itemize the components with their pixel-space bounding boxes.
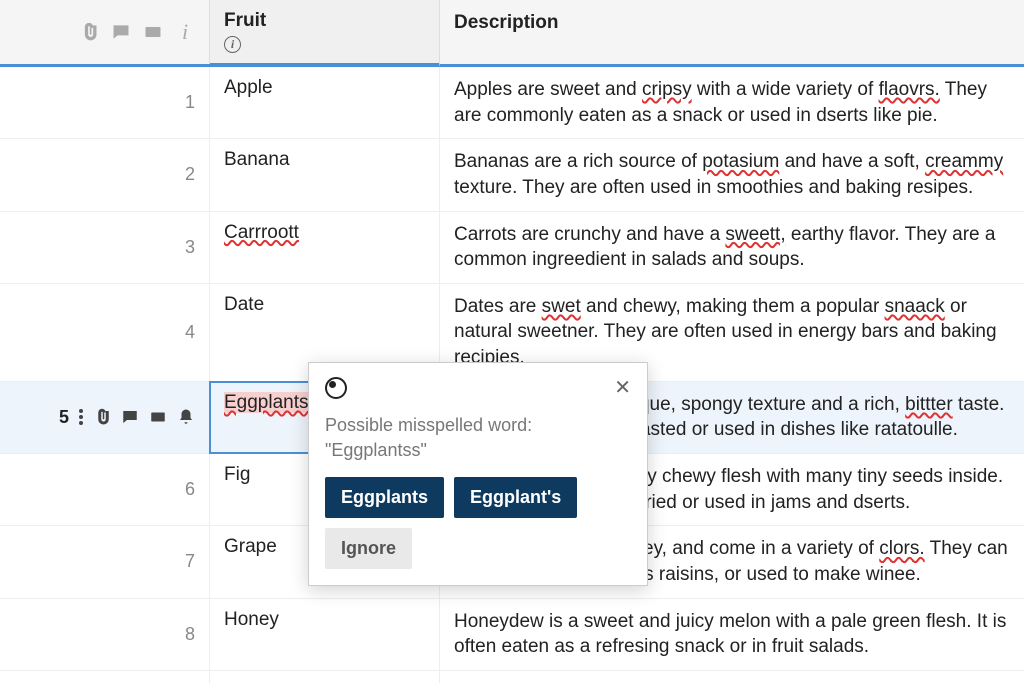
- attachment-icon[interactable]: [79, 22, 99, 42]
- description-cell[interactable]: Carrots are crunchy and have a sweett, e…: [440, 212, 1024, 283]
- column-info-icon[interactable]: i: [224, 36, 241, 53]
- attachment-icon[interactable]: [93, 408, 111, 426]
- row-number-cell[interactable]: 4: [0, 284, 210, 381]
- fruit-cell[interactable]: Honey: [210, 599, 440, 670]
- row-menu-icon[interactable]: [79, 409, 83, 425]
- row-number-cell[interactable]: 6: [0, 454, 210, 525]
- comment-icon[interactable]: [111, 22, 131, 42]
- table-row[interactable]: 1 AppleApples are sweet and cripsy with a…: [0, 67, 1024, 139]
- row-number-cell[interactable]: 9: [0, 671, 210, 683]
- row-number: 7: [185, 551, 195, 572]
- row-number-cell[interactable]: 2: [0, 139, 210, 210]
- row-number: 2: [185, 164, 195, 185]
- misspelled-word[interactable]: swet: [542, 296, 581, 317]
- column-header-fruit[interactable]: Fruit i: [210, 0, 440, 67]
- card-icon[interactable]: [143, 22, 163, 42]
- row-number: 3: [185, 237, 195, 258]
- table-row[interactable]: 3 Carrroott Carrots are crunchy and have a…: [0, 212, 1024, 284]
- description-cell[interactable]: Bananas are a rich source of potasium an…: [440, 139, 1024, 210]
- row-number: 1: [185, 92, 195, 113]
- misspelled-word[interactable]: clors.: [879, 538, 924, 559]
- description-cell[interactable]: Apples are sweet and cripsy with a wide …: [440, 67, 1024, 138]
- row-number-cell[interactable]: 8: [0, 599, 210, 670]
- spellcheck-popup: ✕ Possible misspelled word: "Eggplantss"…: [308, 362, 648, 586]
- row-number-cell[interactable]: 3: [0, 212, 210, 283]
- info-icon[interactable]: i: [175, 22, 195, 42]
- row-number: 6: [185, 479, 195, 500]
- misspelled-word[interactable]: flaovrs.: [879, 79, 940, 100]
- misspelled-word[interactable]: Carrroott: [224, 222, 299, 243]
- misspelled-word[interactable]: sweett,: [725, 224, 785, 245]
- spellcheck-message-prefix: Possible misspelled word:: [325, 415, 532, 435]
- description-cell[interactable]: Iceberg lettuce has a crispsy, watery te…: [440, 671, 1024, 683]
- header-row-tools: i: [0, 0, 210, 64]
- misspelled-word[interactable]: potasium: [702, 151, 779, 172]
- ignore-button[interactable]: Ignore: [325, 528, 412, 569]
- row-number: 8: [185, 624, 195, 645]
- fruit-cell[interactable]: Banana: [210, 139, 440, 210]
- column-header-fruit-label: Fruit: [224, 10, 425, 32]
- spellcheck-message: Possible misspelled word: "Eggplantss": [325, 413, 631, 463]
- misspelled-word[interactable]: Eggplantss: [224, 392, 318, 413]
- row-number: 4: [185, 322, 195, 343]
- fruit-cell[interactable]: Carrroott: [210, 212, 440, 283]
- card-icon[interactable]: [149, 408, 167, 426]
- description-cell[interactable]: Honeydew is a sweet and juicy melon with…: [440, 599, 1024, 670]
- column-header-description[interactable]: Description: [440, 0, 1024, 64]
- table-row[interactable]: 9IcebergIceberg lettuce has a crispsy, w…: [0, 671, 1024, 683]
- spellcheck-logo-icon: [325, 377, 347, 399]
- spellcheck-buttons: Eggplants Eggplant's Ignore: [325, 477, 631, 569]
- table-row[interactable]: 8 HoneyHoneydew is a sweet and juicy melo…: [0, 599, 1024, 671]
- table-header: i Fruit i Description: [0, 0, 1024, 67]
- misspelled-word[interactable]: cripsy: [642, 79, 692, 100]
- bell-icon[interactable]: [177, 408, 195, 426]
- misspelled-word[interactable]: creammy: [925, 151, 1003, 172]
- row-number-cell[interactable]: 1: [0, 67, 210, 138]
- fruit-cell[interactable]: Apple: [210, 67, 440, 138]
- close-icon[interactable]: ✕: [614, 378, 631, 398]
- row-number-cell[interactable]: 7: [0, 526, 210, 597]
- spellcheck-message-word: "Eggplantss": [325, 440, 427, 460]
- misspelled-word[interactable]: bittter: [905, 394, 953, 415]
- suggestion-button-1[interactable]: Eggplants: [325, 477, 444, 518]
- column-header-description-label: Description: [454, 12, 559, 33]
- row-number: 5: [59, 407, 69, 428]
- table-row[interactable]: 2 BananaBananas are a rich source of pota…: [0, 139, 1024, 211]
- misspelled-word[interactable]: snaack: [885, 296, 945, 317]
- row-number-cell[interactable]: 5: [0, 382, 210, 453]
- fruit-cell[interactable]: Iceberg: [210, 671, 440, 683]
- suggestion-button-2[interactable]: Eggplant's: [454, 477, 577, 518]
- comment-icon[interactable]: [121, 408, 139, 426]
